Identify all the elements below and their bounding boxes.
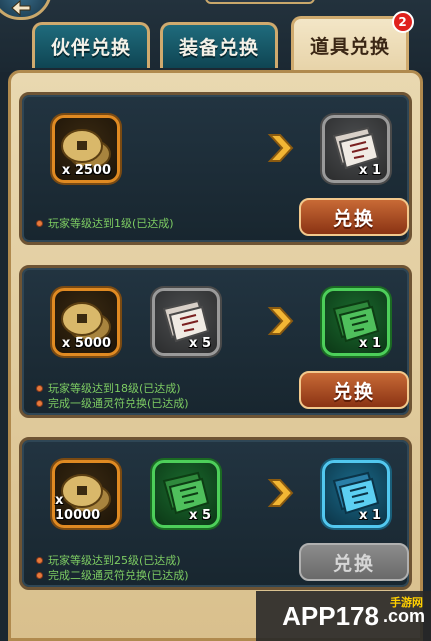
item-quantity: x 1 <box>359 508 381 523</box>
coin-slot[interactable]: x 2500 <box>52 115 120 183</box>
back-button[interactable] <box>0 0 52 20</box>
requirement-item: 玩家等级达到25级(已达成) <box>36 552 181 568</box>
exchange-button[interactable]: 兑换 <box>299 371 409 409</box>
requirement-text: 玩家等级达到18级(已达成) <box>48 382 181 395</box>
bullet-icon <box>36 219 43 227</box>
item-quantity: x 1 <box>359 163 381 178</box>
requirement-item: 完成二级通灵符兑换(已达成) <box>36 567 189 583</box>
reward-slot[interactable]: x 1 <box>322 115 390 183</box>
requirement-item: 玩家等级达到1级(已达成) <box>36 215 174 231</box>
exchange-arrow-icon <box>267 134 294 162</box>
requirement-item: 玩家等级达到18级(已达成) <box>36 380 181 396</box>
bullet-icon <box>36 384 43 392</box>
tab-partner-exchange[interactable]: 伙伴兑换 <box>32 22 150 68</box>
item-quantity: x 2500 <box>61 163 111 178</box>
exchange-arrow-icon <box>267 307 294 335</box>
coin-slot[interactable]: x 5000 <box>52 288 120 356</box>
item-quantity: x 5 <box>189 336 211 351</box>
material-slot[interactable]: x 5 <box>152 288 220 356</box>
reward-slot[interactable]: x 1 <box>322 460 390 528</box>
exchange-card-3: x 10000 x 5 x 1 玩家等级达到25级(已达成) 完成二级通灵符兑换… <box>19 437 412 590</box>
exchange-button-label: 兑换 <box>332 552 375 575</box>
tab-item-exchange[interactable]: 道具兑换 2 <box>291 11 414 72</box>
tab-equipment-exchange[interactable]: 装备兑换 <box>160 22 278 68</box>
exchange-arrow-icon <box>267 479 294 507</box>
item-quantity: x 5 <box>189 508 211 523</box>
item-quantity: x 1 <box>359 336 381 351</box>
exchange-card-1: x 2500 x 1 玩家等级达到1级(已达成) 兑换 <box>19 92 412 245</box>
requirement-text: 完成一级通灵符兑换(已达成) <box>48 397 189 410</box>
watermark: APP178 .com 手游网 <box>256 591 431 641</box>
coin-slot[interactable]: x 10000 <box>52 460 120 528</box>
top-ornament <box>205 0 315 4</box>
item-quantity: x 10000 <box>55 493 101 523</box>
exchange-button[interactable]: 兑换 <box>299 198 409 236</box>
exchange-button-label: 兑换 <box>332 380 375 403</box>
requirement-text: 完成二级通灵符兑换(已达成) <box>48 569 189 582</box>
back-arrow-icon <box>11 0 31 17</box>
requirement-text: 玩家等级达到1级(已达成) <box>48 217 174 230</box>
top-bar: 伙伴兑换 装备兑换 道具兑换 2 <box>0 0 431 72</box>
tab-label: 伙伴兑换 <box>50 37 131 59</box>
material-slot[interactable]: x 5 <box>152 460 220 528</box>
tab-label: 道具兑换 <box>309 36 390 58</box>
bullet-icon <box>36 399 43 407</box>
reward-slot[interactable]: x 1 <box>322 288 390 356</box>
watermark-text: APP178 <box>282 600 379 631</box>
notification-badge: 2 <box>392 11 414 33</box>
item-quantity: x 5000 <box>61 336 111 351</box>
tab-label: 装备兑换 <box>178 37 259 59</box>
watermark-sub: 手游网 <box>390 596 423 609</box>
exchange-card-2: x 5000 x 5 x 1 玩家等级达到18级(已达成) 完成一级通灵符兑换(… <box>19 265 412 418</box>
requirement-item: 完成一级通灵符兑换(已达成) <box>36 395 189 411</box>
bullet-icon <box>36 571 43 579</box>
requirement-text: 玩家等级达到25级(已达成) <box>48 554 181 567</box>
exchange-button-disabled[interactable]: 兑换 <box>299 543 409 581</box>
bullet-icon <box>36 556 43 564</box>
exchange-button-label: 兑换 <box>332 207 375 230</box>
